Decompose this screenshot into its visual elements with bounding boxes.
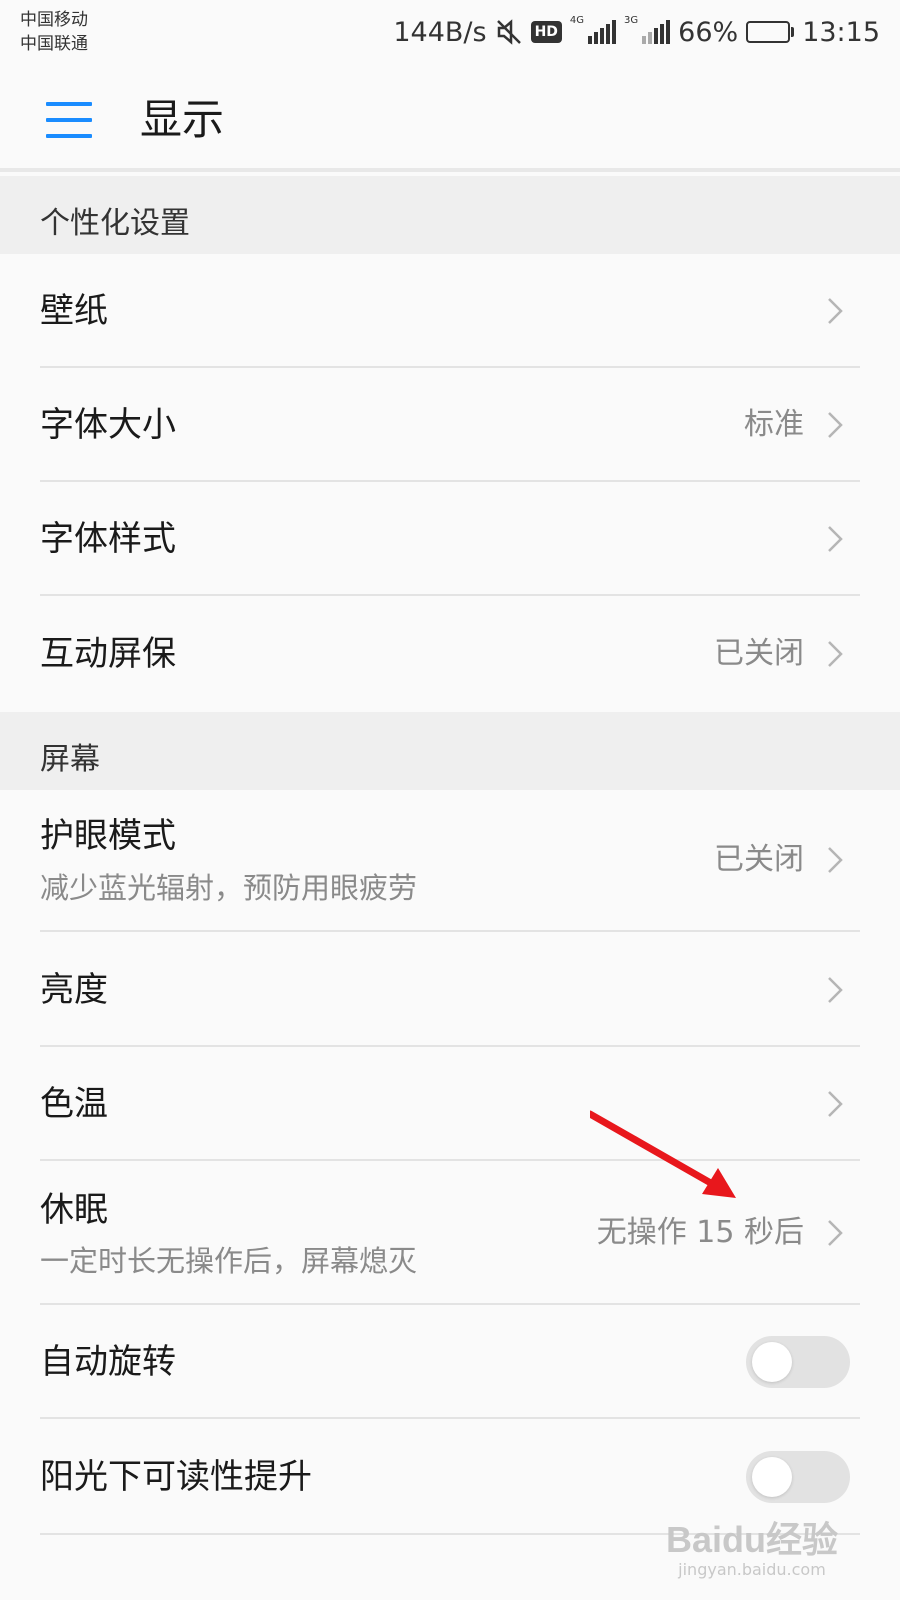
list-item-font-style[interactable]: 字体样式 <box>0 482 900 596</box>
auto-rotate-toggle[interactable] <box>746 1336 850 1388</box>
item-value: 已关闭 <box>714 842 804 877</box>
status-bar: 中国移动 中国联通 144B/s HD 4G 3G 66% 13:15 <box>0 0 900 62</box>
item-title: 护眼模式 <box>40 816 176 856</box>
app-bar: 显示 <box>0 62 900 172</box>
signal-icon <box>588 20 617 44</box>
section-header-screen: 屏幕 <box>0 712 900 790</box>
item-subtitle: 一定时长无操作后，屏幕熄灭 <box>40 1244 418 1278</box>
item-title: 壁纸 <box>40 291 108 331</box>
hd-badge: HD <box>530 21 562 43</box>
toggle-knob <box>752 1457 792 1497</box>
item-subtitle: 减少蓝光辐射，预防用眼疲劳 <box>40 871 418 905</box>
item-title: 色温 <box>40 1084 108 1124</box>
section-header-personalization: 个性化设置 <box>0 176 900 254</box>
item-value: 已关闭 <box>714 636 804 671</box>
item-title: 字体大小 <box>40 405 176 445</box>
watermark-url: jingyan.baidu.com <box>678 1560 826 1579</box>
item-value: 无操作 15 秒后 <box>596 1215 804 1250</box>
item-title: 互动屏保 <box>40 634 176 674</box>
item-title: 休眠 <box>40 1190 108 1230</box>
battery-percent: 66% <box>678 16 739 48</box>
item-title: 亮度 <box>40 970 108 1010</box>
chevron-right-icon <box>828 641 843 667</box>
signal-icon <box>642 20 671 44</box>
chevron-right-icon <box>828 977 843 1003</box>
list-item-eye-comfort[interactable]: 护眼模式 减少蓝光辐射，预防用眼疲劳 已关闭 <box>0 790 900 932</box>
item-title: 字体样式 <box>40 519 176 559</box>
item-title: 自动旋转 <box>40 1342 176 1382</box>
list-item-sunlight-readability[interactable]: 阳光下可读性提升 <box>0 1419 900 1535</box>
list-item-font-size[interactable]: 字体大小 标准 <box>0 368 900 482</box>
page-title: 显示 <box>140 95 225 144</box>
clock: 13:15 <box>802 16 880 48</box>
watermark-logo: Baidu经验 <box>665 1519 838 1560</box>
chevron-right-icon <box>828 847 843 873</box>
item-title: 阳光下可读性提升 <box>40 1457 312 1497</box>
list-item-screensaver[interactable]: 互动屏保 已关闭 <box>0 596 900 712</box>
list-item-brightness[interactable]: 亮度 <box>0 932 900 1047</box>
hamburger-menu-icon[interactable] <box>46 102 92 138</box>
status-indicators: 144B/s HD 4G 3G 66% 13:15 <box>393 12 880 52</box>
carrier-info: 中国移动 中国联通 <box>20 8 88 56</box>
list-item-auto-rotate[interactable]: 自动旋转 <box>0 1305 900 1419</box>
list-item-sleep[interactable]: 休眠 一定时长无操作后，屏幕熄灭 无操作 15 秒后 <box>0 1161 900 1305</box>
carrier-2: 中国联通 <box>20 34 88 54</box>
chevron-right-icon <box>828 412 843 438</box>
net-type-1: 4G <box>569 15 585 26</box>
annotation-arrow-icon <box>590 1110 736 1198</box>
chevron-right-icon <box>828 1220 843 1246</box>
sunlight-readability-toggle[interactable] <box>746 1451 850 1503</box>
carrier-1: 中国移动 <box>20 10 88 30</box>
baidu-watermark: Baidu经验 jingyan.baidu.com <box>666 1520 838 1580</box>
toggle-knob <box>752 1342 792 1382</box>
net-type-2: 3G <box>624 15 639 26</box>
chevron-right-icon <box>828 298 843 324</box>
mute-icon <box>496 19 521 45</box>
battery-icon <box>746 21 795 43</box>
chevron-right-icon <box>828 526 843 552</box>
net-speed: 144B/s <box>393 16 487 48</box>
list-item-color-temperature[interactable]: 色温 <box>0 1047 900 1161</box>
list-item-wallpaper[interactable]: 壁纸 <box>0 254 900 368</box>
chevron-right-icon <box>828 1091 843 1117</box>
item-value: 标准 <box>744 407 804 442</box>
